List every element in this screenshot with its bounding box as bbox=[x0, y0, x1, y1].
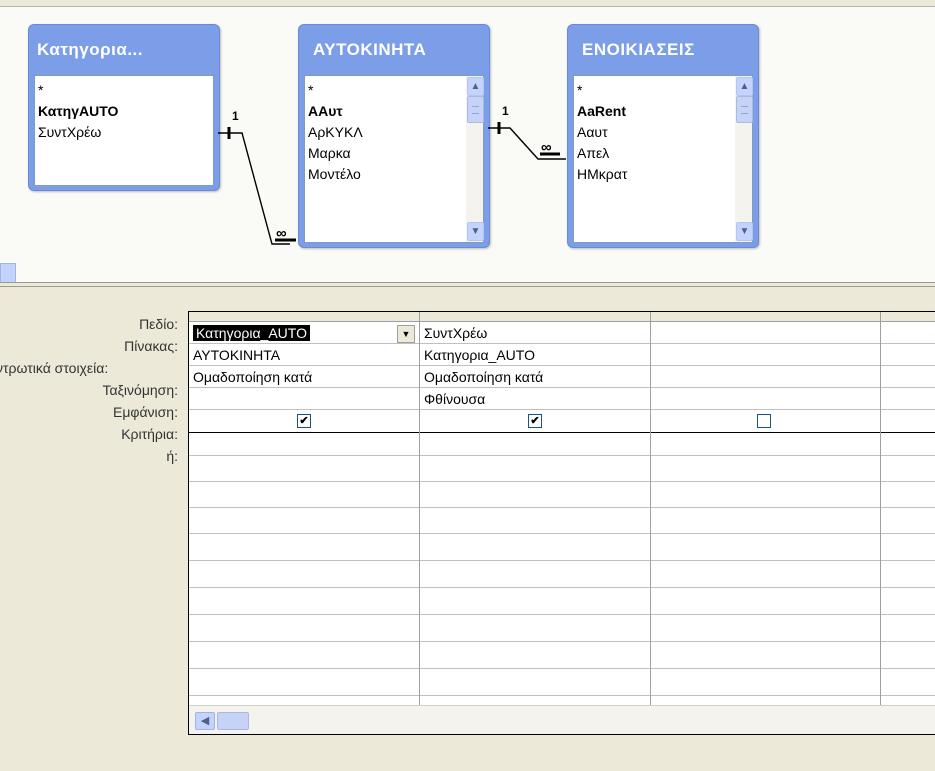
sort-cell[interactable] bbox=[189, 388, 419, 410]
sort-cell[interactable] bbox=[651, 388, 880, 410]
column-selector[interactable] bbox=[420, 312, 650, 322]
many-label: ∞ bbox=[541, 139, 552, 156]
field-cell[interactable]: ΣυντΧρέω bbox=[420, 322, 650, 344]
total-cell[interactable] bbox=[651, 366, 880, 388]
grid-column-1[interactable]: Κατηγορια_AUTO ▼ ΑΥΤΟΚΙΝΗΤΑ Ομαδοποίηση … bbox=[189, 312, 420, 734]
one-label: 1 bbox=[502, 104, 509, 118]
row-label-total: ντρωτικά στοιχεία: bbox=[0, 360, 109, 376]
row-labels: Πεδίο: Πίνακας: ντρωτικά στοιχεία: Ταξιν… bbox=[0, 313, 180, 467]
relationship-lines bbox=[218, 122, 566, 245]
scroll-left-icon[interactable]: ◀ bbox=[195, 712, 215, 730]
row-label-or: ή: bbox=[166, 448, 178, 464]
horizontal-scrollbar[interactable]: ◀ bbox=[189, 705, 935, 734]
column-selector[interactable] bbox=[189, 312, 419, 322]
dropdown-arrow-icon[interactable]: ▼ bbox=[397, 325, 415, 343]
column-selector[interactable] bbox=[651, 312, 880, 322]
many-label: ∞ bbox=[276, 225, 287, 242]
column-selector[interactable] bbox=[881, 312, 935, 322]
row-label-table: Πίνακας: bbox=[124, 338, 178, 354]
relationship-aftokinita-enoikiaseis[interactable] bbox=[488, 122, 566, 160]
field-cell[interactable]: Κατηγορια_AUTO ▼ bbox=[189, 322, 419, 344]
scroll-thumb[interactable] bbox=[217, 712, 249, 730]
show-checkbox[interactable] bbox=[757, 414, 771, 428]
table-cell[interactable] bbox=[651, 344, 880, 366]
show-checkbox[interactable]: ✔ bbox=[297, 414, 311, 428]
table-cell[interactable]: Κατηγορια_AUTO bbox=[420, 344, 650, 366]
grid-column-2[interactable]: ΣυντΧρέω Κατηγορια_AUTO Ομαδοποίηση κατά… bbox=[420, 312, 651, 734]
show-checkbox[interactable]: ✔ bbox=[528, 414, 542, 428]
row-label-field: Πεδίο: bbox=[139, 316, 178, 332]
grid-column-3[interactable] bbox=[651, 312, 881, 734]
grid-column-4[interactable] bbox=[881, 312, 935, 734]
query-grid: Κατηγορια_AUTO ▼ ΑΥΤΟΚΙΝΗΤΑ Ομαδοποίηση … bbox=[188, 311, 935, 735]
table-cell[interactable]: ΑΥΤΟΚΙΝΗΤΑ bbox=[189, 344, 419, 366]
field-value[interactable]: Κατηγορια_AUTO bbox=[193, 325, 310, 341]
sort-cell[interactable]: Φθίνουσα bbox=[420, 388, 650, 410]
one-label: 1 bbox=[232, 109, 239, 123]
query-design-grid-pane: Πεδίο: Πίνακας: ντρωτικά στοιχεία: Ταξιν… bbox=[0, 293, 935, 771]
field-cell[interactable] bbox=[651, 322, 880, 344]
row-label-show: Εμφάνιση: bbox=[112, 404, 178, 420]
total-cell[interactable]: Ομαδοποίηση κατά bbox=[420, 366, 650, 388]
tables-canvas: Κατηγορια... * ΚατηγAUTO ΣυντΧρέω ΑΥΤΟΚΙ… bbox=[0, 6, 935, 287]
total-cell[interactable]: Ομαδοποίηση κατά bbox=[189, 366, 419, 388]
row-label-sort: Ταξινόμηση: bbox=[102, 382, 178, 398]
query-design-tables-pane: Κατηγορια... * ΚατηγAUTO ΣυντΧρέω ΑΥΤΟΚΙ… bbox=[0, 0, 935, 287]
row-label-criteria: Κριτήρια: bbox=[121, 426, 178, 442]
